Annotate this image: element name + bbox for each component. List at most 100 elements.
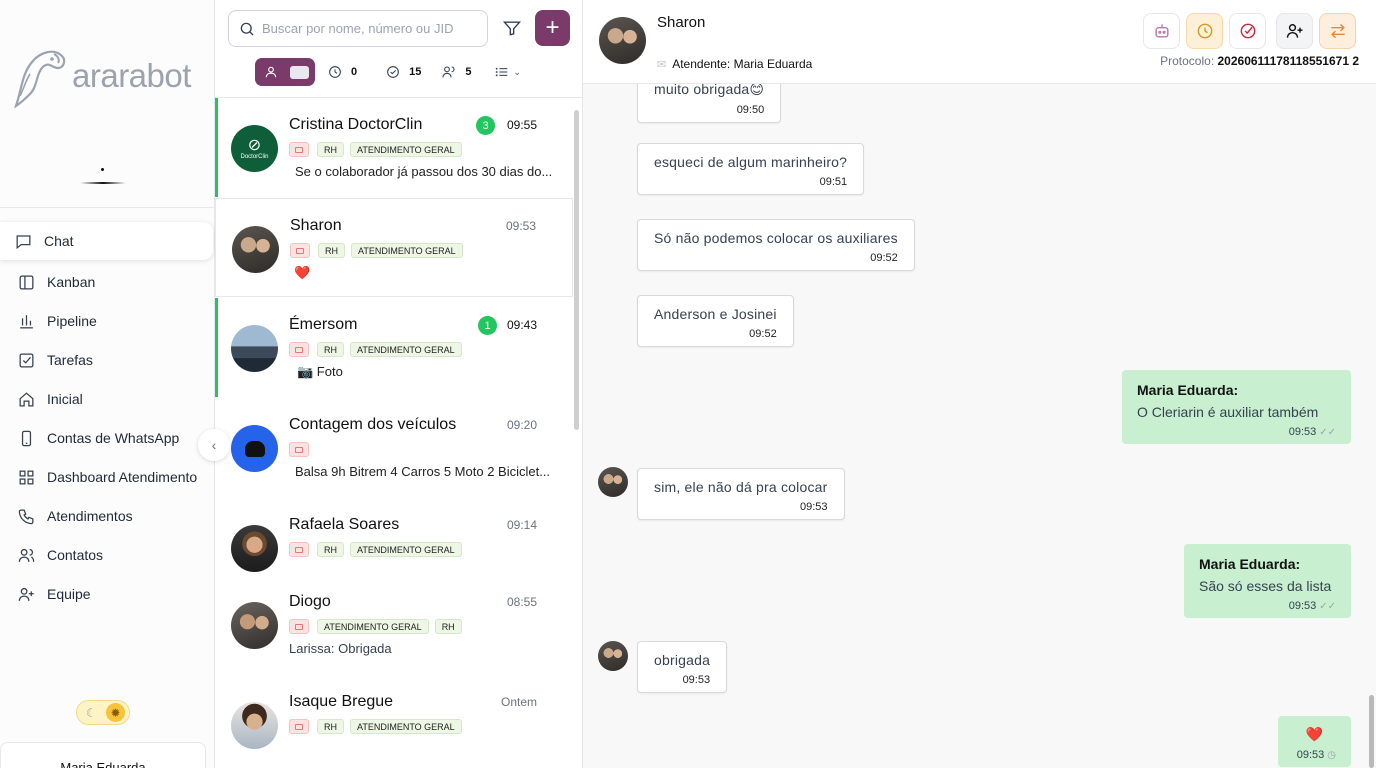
check-circle-icon [1240, 23, 1255, 39]
divider-dot [101, 168, 104, 171]
assign-user-button[interactable] [1276, 13, 1313, 49]
chat-header: Sharon ✉ Atendente: Maria Eduarda Protoc… [583, 0, 1376, 84]
conversation-time: 08:55 [506, 595, 537, 609]
conversation-item[interactable]: Sharon 09:53 RH ATENDIMENTO GERAL ❤️ [215, 198, 573, 297]
nav-item-equipe[interactable]: Equipe [0, 575, 213, 613]
avatar[interactable] [599, 17, 646, 64]
message-text: obrigada [654, 652, 711, 668]
chevron-down-icon: ⌄ [513, 66, 522, 77]
message-incoming: esqueci de algum marinheiro? 09:51 [637, 143, 865, 195]
users-icon [442, 66, 455, 78]
header-actions [1143, 13, 1362, 49]
logo-text: ararabot [72, 57, 191, 94]
transfer-arrows-icon [1330, 23, 1345, 39]
message-incoming: sim, ele não dá pra colocar 09:53 [637, 468, 845, 520]
bot-tag-icon [289, 342, 309, 357]
tag: ATENDIMENTO GERAL [350, 719, 462, 734]
moon-icon: ☾ [86, 705, 97, 720]
car-icon [244, 440, 265, 457]
message-text: Só não podemos colocar os auxiliares [654, 230, 898, 246]
grid-icon [16, 467, 36, 487]
theme-toggle[interactable]: ☾ ✹ [76, 700, 130, 725]
chevron-left-icon: ‹ [211, 437, 217, 453]
plus-icon: + [545, 14, 560, 41]
scrollbar[interactable] [1369, 695, 1374, 768]
divider-line [80, 182, 126, 184]
snooze-button[interactable] [1186, 13, 1223, 49]
time-text: 09:53 [1296, 749, 1325, 761]
conversation-time: 09:14 [506, 518, 537, 532]
tag-list: RH ATENDIMENTO GERAL [289, 542, 468, 557]
nav-item-chat[interactable]: Chat [0, 222, 213, 260]
message-outgoing: Maria Eduarda: O Cleriarin é auxiliar ta… [1122, 370, 1351, 444]
tag: RH [317, 342, 344, 357]
contact-name: Sharon [290, 217, 342, 234]
bot-button[interactable] [1143, 13, 1180, 49]
conversation-item[interactable]: ⊘ DoctorClin Cristina DoctorClin 3 09:55… [215, 98, 573, 197]
phone-icon [16, 428, 36, 448]
message-preview: Balsa 9h Bitrem 4 Carros 5 Moto 2 Bicicl… [295, 464, 551, 479]
user-card[interactable]: Maria Eduarda [0, 742, 206, 768]
tag-list: RH ATENDIMENTO GERAL [289, 342, 468, 357]
scrollbar[interactable] [574, 110, 579, 430]
tag-list [289, 442, 317, 457]
nav-item-contatos[interactable]: Contatos [0, 536, 213, 574]
unread-badge: 1 [478, 316, 497, 335]
agent-text: Atendente: Maria Eduarda [672, 57, 813, 71]
sun-icon: ✹ [106, 703, 125, 722]
filter-mine-active[interactable] [255, 58, 315, 86]
conversation-time: Ontem [500, 695, 537, 709]
message-sender: Maria Eduarda: [1199, 556, 1301, 572]
sidebar: ararabot Chat Kanban Pipeline Tarefas In… [0, 0, 215, 768]
sort-menu[interactable]: ⌄ [494, 64, 522, 80]
message-time: 09:52 [749, 328, 777, 340]
chat-panel: Sharon ✉ Atendente: Maria Eduarda Protoc… [583, 0, 1376, 768]
nav-label: Contatos [47, 547, 104, 563]
conversation-item[interactable]: Émersom 1 09:43 RH ATENDIMENTO GERAL 📷 F… [215, 298, 573, 397]
search-box [228, 10, 488, 47]
nav-item-dashboard[interactable]: Dashboard Atendimento [0, 458, 213, 496]
avatar: ⊘ DoctorClin [231, 125, 278, 172]
nav-item-pipeline[interactable]: Pipeline [0, 302, 213, 340]
app-window: ararabot Chat Kanban Pipeline Tarefas In… [0, 0, 1376, 768]
message-sender: Maria Eduarda: [1137, 382, 1239, 398]
filter-contacts[interactable]: 5 [441, 64, 472, 80]
chat-icon [13, 231, 33, 251]
filter-button[interactable] [500, 16, 524, 40]
user-icon [265, 66, 277, 78]
message-incoming: Só não podemos colocar os auxiliares 09:… [637, 219, 915, 271]
filter-pending[interactable]: 0 [327, 64, 357, 80]
time-text: 09:53 [1288, 600, 1317, 612]
double-check-icon: ✓✓ [1319, 427, 1336, 438]
avatar [231, 325, 278, 372]
parrot-logo-icon [14, 50, 66, 108]
new-conversation-button[interactable]: + [535, 10, 570, 46]
conversation-item[interactable]: Diogo 08:55 ATENDIMENTO GERAL RH Larissa… [215, 575, 573, 674]
nav-item-tarefas[interactable]: Tarefas [0, 341, 213, 379]
tag: ATENDIMENTO GERAL [350, 142, 462, 157]
conversation-item[interactable]: Isaque Bregue Ontem RH ATENDIMENTO GERAL [215, 675, 573, 768]
logo: ararabot [8, 44, 208, 108]
transfer-button[interactable] [1319, 13, 1356, 49]
clock-icon [329, 66, 341, 78]
message-outgoing: Maria Eduarda: São só esses da lista 09:… [1184, 544, 1351, 618]
robot-icon [1154, 24, 1169, 38]
message-preview: ❤️ [294, 265, 311, 280]
nav-item-atendimentos[interactable]: Atendimentos [0, 497, 213, 535]
protocol: Protocolo: 20260611178118551671 2 [1160, 54, 1359, 68]
unread-badge: 3 [476, 116, 495, 135]
resolve-button[interactable] [1229, 13, 1266, 49]
tag: RH [317, 542, 344, 557]
message-incoming: muito obrigada😊 09:50 [637, 84, 782, 123]
avatar [231, 602, 278, 649]
conversation-item[interactable]: Contagem dos veículos 09:20 Balsa 9h Bit… [215, 398, 573, 497]
nav-item-inicial[interactable]: Inicial [0, 380, 213, 418]
nav-item-kanban[interactable]: Kanban [0, 263, 213, 301]
search-input[interactable] [262, 21, 482, 36]
tag-list: RH ATENDIMENTO GERAL [289, 142, 468, 157]
avatar [598, 467, 628, 497]
filter-done[interactable]: 15 [385, 64, 421, 80]
collapse-sidebar-button[interactable]: ‹ [198, 429, 230, 461]
tag: ATENDIMENTO GERAL [351, 243, 463, 258]
nav-item-contas-whatsapp[interactable]: Contas de WhatsApp [0, 419, 213, 457]
